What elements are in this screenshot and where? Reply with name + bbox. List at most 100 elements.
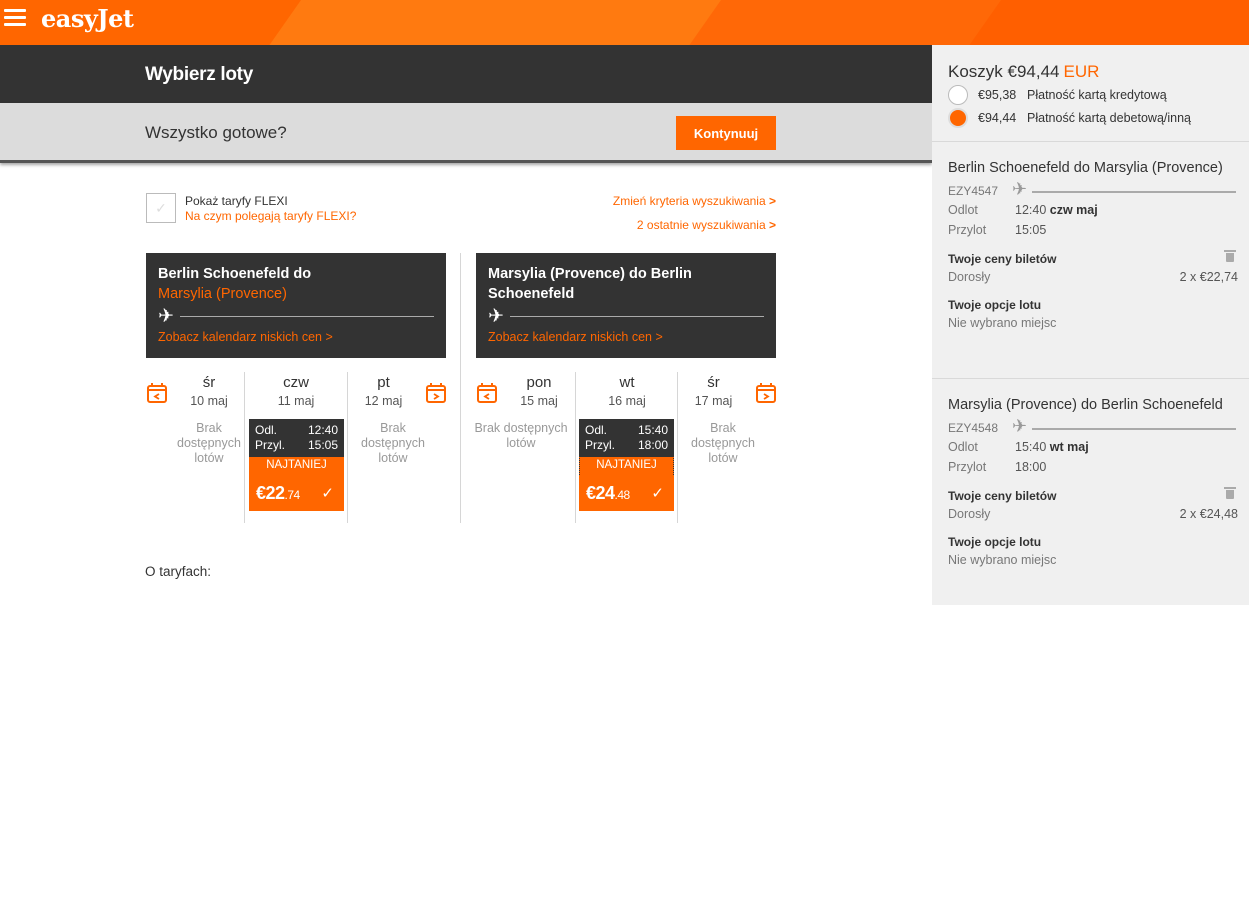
route-line: ✈: [488, 306, 764, 327]
check-icon: ✓: [321, 485, 334, 502]
top-header: easyJet: [0, 0, 1249, 45]
flight-options-value: Nie wybrano miejsc: [948, 553, 1057, 567]
flexi-checkbox[interactable]: ✓: [146, 193, 176, 223]
departure-label: Odl.: [255, 423, 278, 437]
flight-times: Odl. 12:40 Przyl. 15:05: [249, 419, 344, 457]
basket-currency[interactable]: EUR: [1064, 62, 1100, 81]
outbound-price-button[interactable]: €22.74 ✓: [249, 475, 344, 511]
change-search-label: Zmień kryteria wyszukiwania: [612, 194, 766, 208]
outbound-day-column: pt 12 maj Brak dostępnych lotów: [347, 372, 447, 523]
arrival-time: 15:05: [307, 438, 338, 452]
day-date: 17 maj: [694, 394, 733, 408]
departure-time: 15:40: [637, 423, 668, 437]
inbound-route-card: Marsylia (Provence) do Berlin Schoenefel…: [476, 253, 776, 358]
day-name: śr: [707, 374, 720, 391]
basket-total: Koszyk €94,44 EUR: [948, 62, 1099, 82]
arrival-time: 18:00: [637, 438, 668, 452]
flight-options-value: Nie wybrano miejsc: [948, 316, 1057, 330]
arrival-row: Przylot 15:05: [948, 221, 1238, 241]
airplane-icon: ✈: [1012, 416, 1028, 436]
fares-heading: O taryfach:: [145, 564, 212, 579]
ticket-prices-heading-row: Twoje ceny biletów: [948, 487, 1238, 507]
basket-leg-outbound: Berlin Schoenefeld do Marsylia (Provence…: [948, 159, 1238, 330]
easyjet-logo[interactable]: easyJet: [41, 4, 134, 33]
payment-option-credit[interactable]: €95,38 Płatność kartą kredytową: [948, 85, 1238, 107]
passenger-type: Dorosły: [948, 507, 991, 521]
passenger-price: 2 x €22,74: [1179, 270, 1238, 284]
arrival-label: Przylot: [948, 460, 987, 474]
trash-icon[interactable]: [1224, 486, 1236, 500]
inbound-price-button[interactable]: €24.48 ✓: [579, 475, 674, 511]
flexi-label: Pokaż taryfy FLEXI: [185, 194, 288, 208]
flight-line: EZY4548 ✈: [948, 416, 1238, 438]
flight-times: Odl. 15:40 Przyl. 18:00: [579, 419, 674, 457]
outbound-route-title: Berlin Schoenefeld do Marsylia (Provence…: [158, 265, 434, 304]
arrival-label: Przyl.: [255, 438, 285, 452]
outbound-low-fare-calendar-link[interactable]: Zobacz kalendarz niskich cen >: [158, 330, 333, 344]
departure-time: 12:40: [307, 423, 338, 437]
inbound-flight-option[interactable]: Odl. 15:40 Przyl. 18:00 NAJTANIEJ €24.48 ✓: [579, 419, 674, 511]
outbound-origin: Berlin Schoenefeld do: [158, 266, 312, 282]
departure-label: Odl.: [585, 423, 608, 437]
price-amount: €24.48: [586, 483, 630, 503]
leg-title: Marsylia (Provence) do Berlin Schoenefel…: [948, 397, 1223, 413]
page-title-band: Wybierz loty: [0, 45, 932, 103]
departure-value: 15:40 wt maj: [1015, 440, 1089, 454]
passenger-price: 2 x €24,48: [1179, 507, 1238, 521]
outbound-flight-option[interactable]: Odl. 12:40 Przyl. 15:05 NAJTANIEJ €22.74 ✓: [249, 419, 344, 511]
chevron-right-icon: >: [768, 194, 776, 208]
arrival-label: Przylot: [948, 223, 987, 237]
leg-title: Berlin Schoenefeld do Marsylia (Provence…: [948, 160, 1223, 176]
day-date: 12 maj: [364, 394, 403, 408]
airplane-icon: ✈: [158, 306, 174, 327]
airplane-icon: ✈: [1012, 179, 1028, 199]
divider: [932, 141, 1249, 142]
departure-row: Odlot 12:40 czw maj: [948, 201, 1238, 221]
passenger-price-row: Dorosły 2 x €22,74: [948, 270, 1238, 290]
passenger-price-row: Dorosły 2 x €24,48: [948, 507, 1238, 527]
price-amount: €22.74: [256, 483, 300, 503]
arrival-value: 18:00: [1015, 460, 1047, 474]
ticket-prices-heading-row: Twoje ceny biletów: [948, 250, 1238, 270]
recent-searches-link[interactable]: 2 ostatnie wyszukiwania >: [637, 218, 776, 232]
payment-amount: €95,38: [978, 88, 1017, 102]
departure-label: Odlot: [948, 203, 978, 217]
radio-button-selected[interactable]: [948, 108, 968, 128]
ready-question: Wszystko gotowe?: [145, 123, 287, 142]
route-line: ✈: [158, 306, 434, 327]
radio-button[interactable]: [948, 85, 968, 105]
trash-icon[interactable]: [1224, 249, 1236, 263]
flight-line: EZY4547 ✈: [948, 179, 1238, 201]
arrival-label: Przyl.: [585, 438, 615, 452]
flight-number: EZY4548: [948, 421, 999, 435]
cheapest-badge: NAJTANIEJ: [249, 457, 344, 475]
ticket-prices-heading: Twoje ceny biletów: [948, 489, 1057, 503]
ready-band: Wszystko gotowe? Kontynuuj: [0, 103, 932, 163]
inbound-low-fare-calendar-link[interactable]: Zobacz kalendarz niskich cen >: [488, 330, 663, 344]
menu-icon[interactable]: [4, 9, 26, 27]
day-name: pt: [377, 374, 390, 391]
passenger-type: Dorosły: [948, 270, 991, 284]
header-decoration: [650, 0, 1249, 45]
inbound-day-column: śr 17 maj Brak dostępnych lotów: [677, 372, 777, 523]
outbound-route-card: Berlin Schoenefeld do Marsylia (Provence…: [146, 253, 446, 358]
payment-amount: €94,44: [978, 111, 1017, 125]
payment-option-debit[interactable]: €94,44 Płatność kartą debetową/inną: [948, 108, 1238, 130]
payment-label: Płatność kartą debetową/inną: [1027, 111, 1191, 125]
inbound-day-column: pon 15 maj Brak dostępnych lotów: [474, 372, 588, 523]
no-flights-text: Brak dostępnych lotów: [361, 421, 425, 465]
page-title: Wybierz loty: [145, 64, 253, 85]
departure-value: 12:40 czw maj: [1015, 203, 1098, 217]
flight-number: EZY4547: [948, 184, 999, 198]
basket-panel: Koszyk €94,44 EUR €95,38 Płatność kartą k…: [932, 45, 1249, 605]
basket-total-label: Koszyk €94,44: [948, 62, 1060, 81]
payment-label: Płatność kartą kredytową: [1027, 88, 1167, 102]
flight-options-heading: Twoje opcje lotu: [948, 298, 1042, 312]
day-date: 15 maj: [520, 394, 558, 408]
change-search-link[interactable]: Zmień kryteria wyszukiwania >: [613, 194, 776, 208]
continue-button[interactable]: Kontynuuj: [676, 116, 776, 150]
basket-leg-inbound: Marsylia (Provence) do Berlin Schoenefel…: [948, 396, 1238, 567]
day-name: pon: [526, 374, 552, 391]
flexi-info-link[interactable]: Na czym polegają taryfy FLEXI?: [185, 209, 356, 223]
flight-options-heading: Twoje opcje lotu: [948, 535, 1042, 549]
